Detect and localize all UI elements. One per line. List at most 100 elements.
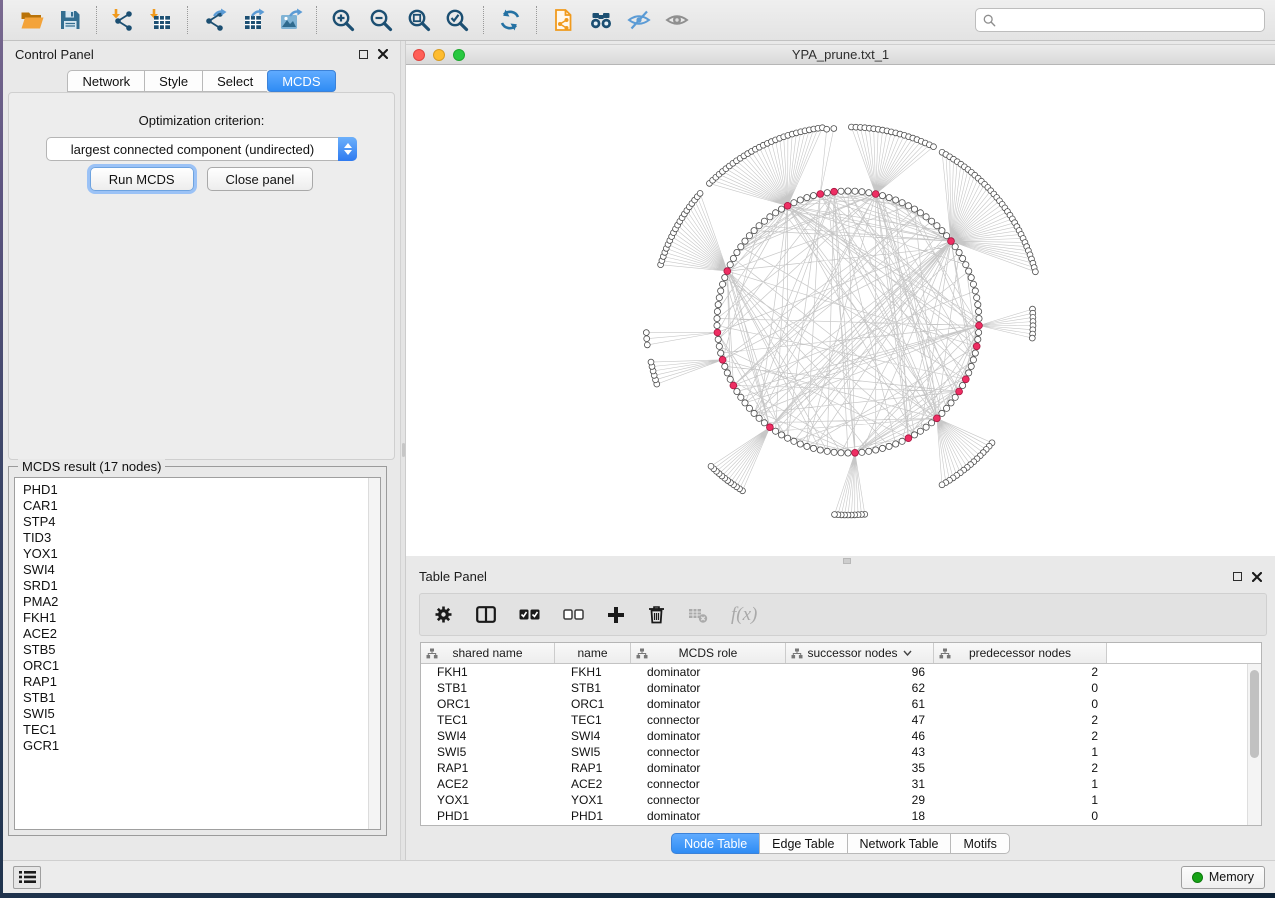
table-settings-button[interactable]: [434, 605, 453, 624]
close-panel-button[interactable]: Close panel: [207, 167, 314, 191]
cell-name[interactable]: YOX1: [555, 792, 631, 808]
cell-successor-nodes[interactable]: 61: [786, 696, 934, 712]
mcds-result-item[interactable]: RAP1: [23, 674, 380, 690]
tab-edge-table[interactable]: Edge Table: [759, 833, 846, 854]
run-mcds-button[interactable]: Run MCDS: [90, 167, 194, 191]
table-row[interactable]: PHD1PHD1dominator180: [421, 808, 1261, 824]
mcds-result-item[interactable]: ORC1: [23, 658, 380, 674]
cell-name[interactable]: STB1: [555, 680, 631, 696]
cell-predecessor-nodes[interactable]: 0: [934, 808, 1107, 824]
import-table-button[interactable]: [142, 3, 180, 37]
cell-predecessor-nodes[interactable]: 2: [934, 712, 1107, 728]
table-scrollbar[interactable]: [1247, 664, 1261, 825]
mcds-list-scrollbar[interactable]: [368, 478, 380, 829]
cell-predecessor-nodes[interactable]: 2: [934, 760, 1107, 776]
cell-shared-name[interactable]: SWI5: [421, 744, 555, 760]
mcds-result-item[interactable]: SRD1: [23, 578, 380, 594]
deselect-all-button[interactable]: [563, 609, 584, 620]
close-panel-icon[interactable]: [1252, 572, 1262, 582]
cell-MCDS-role[interactable]: dominator: [631, 728, 786, 744]
column-header-successor-nodes[interactable]: successor nodes: [786, 643, 934, 663]
cell-shared-name[interactable]: RAP1: [421, 760, 555, 776]
table-row[interactable]: STB1STB1dominator620: [421, 680, 1261, 696]
mcds-result-item[interactable]: PMA2: [23, 594, 380, 610]
table-row[interactable]: ORC1ORC1dominator610: [421, 696, 1261, 712]
import-network-button[interactable]: [104, 3, 142, 37]
search-input[interactable]: [1001, 10, 1257, 30]
cell-MCDS-role[interactable]: dominator: [631, 680, 786, 696]
cell-successor-nodes[interactable]: 47: [786, 712, 934, 728]
show-graphics-details-button[interactable]: [658, 3, 696, 37]
table-row[interactable]: SWI4SWI4dominator462: [421, 728, 1261, 744]
splitter-grip[interactable]: [402, 443, 405, 457]
cell-successor-nodes[interactable]: 29: [786, 792, 934, 808]
mcds-result-item[interactable]: SWI4: [23, 562, 380, 578]
add-entry-button[interactable]: [607, 606, 625, 624]
cell-successor-nodes[interactable]: 62: [786, 680, 934, 696]
search-box[interactable]: [975, 8, 1265, 32]
select-all-button[interactable]: [519, 609, 540, 620]
cell-successor-nodes[interactable]: 43: [786, 744, 934, 760]
cell-shared-name[interactable]: TEC1: [421, 712, 555, 728]
cell-name[interactable]: RAP1: [555, 760, 631, 776]
splitter-grip[interactable]: [843, 558, 851, 564]
cell-successor-nodes[interactable]: 31: [786, 776, 934, 792]
export-network-button[interactable]: [195, 3, 233, 37]
tab-network[interactable]: Network: [67, 70, 144, 92]
mcds-result-item[interactable]: TEC1: [23, 722, 380, 738]
horizontal-splitter[interactable]: [406, 557, 1275, 565]
network-window-titlebar[interactable]: YPA_prune.txt_1: [406, 44, 1275, 65]
float-panel-icon[interactable]: [359, 50, 368, 59]
mcds-result-item[interactable]: GCR1: [23, 738, 380, 754]
cell-shared-name[interactable]: ORC1: [421, 696, 555, 712]
cell-successor-nodes[interactable]: 96: [786, 664, 934, 680]
split-view-button[interactable]: [476, 606, 496, 623]
close-panel-icon[interactable]: [378, 49, 388, 59]
cell-MCDS-role[interactable]: connector: [631, 776, 786, 792]
cell-MCDS-role[interactable]: dominator: [631, 760, 786, 776]
cell-shared-name[interactable]: SWI4: [421, 728, 555, 744]
table-row[interactable]: ACE2ACE2connector311: [421, 776, 1261, 792]
cell-predecessor-nodes[interactable]: 2: [934, 728, 1107, 744]
cell-MCDS-role[interactable]: dominator: [631, 696, 786, 712]
zoom-in-button[interactable]: [324, 3, 362, 37]
open-session-button[interactable]: [13, 3, 51, 37]
cell-MCDS-role[interactable]: connector: [631, 792, 786, 808]
hide-graphics-details-button[interactable]: [620, 3, 658, 37]
mcds-result-item[interactable]: CAR1: [23, 498, 380, 514]
column-header-MCDS-role[interactable]: MCDS role: [631, 643, 786, 663]
cell-MCDS-role[interactable]: dominator: [631, 664, 786, 680]
column-header-name[interactable]: name: [555, 643, 631, 663]
cell-predecessor-nodes[interactable]: 1: [934, 792, 1107, 808]
tab-style[interactable]: Style: [144, 70, 202, 92]
cell-MCDS-role[interactable]: dominator: [631, 808, 786, 824]
mcds-result-item[interactable]: STB5: [23, 642, 380, 658]
zoom-selected-button[interactable]: [438, 3, 476, 37]
cell-predecessor-nodes[interactable]: 0: [934, 680, 1107, 696]
table-row[interactable]: TEC1TEC1connector472: [421, 712, 1261, 728]
mcds-result-item[interactable]: PHD1: [23, 482, 380, 498]
cell-shared-name[interactable]: FKH1: [421, 664, 555, 680]
cell-name[interactable]: SWI4: [555, 728, 631, 744]
mcds-result-item[interactable]: ACE2: [23, 626, 380, 642]
mcds-result-item[interactable]: FKH1: [23, 610, 380, 626]
cell-name[interactable]: FKH1: [555, 664, 631, 680]
table-row[interactable]: SWI5SWI5connector431: [421, 744, 1261, 760]
mcds-result-item[interactable]: STB1: [23, 690, 380, 706]
cell-predecessor-nodes[interactable]: 0: [934, 696, 1107, 712]
zoom-out-button[interactable]: [362, 3, 400, 37]
cell-name[interactable]: ORC1: [555, 696, 631, 712]
memory-button[interactable]: Memory: [1181, 866, 1265, 889]
tab-mcds[interactable]: MCDS: [267, 70, 335, 92]
cell-MCDS-role[interactable]: connector: [631, 712, 786, 728]
network-graph[interactable]: [406, 65, 1275, 556]
tab-node-table[interactable]: Node Table: [671, 833, 759, 854]
cell-name[interactable]: PHD1: [555, 808, 631, 824]
column-header-shared-name[interactable]: shared name: [421, 643, 555, 663]
tab-network-table[interactable]: Network Table: [847, 833, 951, 854]
delete-entry-button[interactable]: [648, 605, 665, 624]
network-canvas[interactable]: [406, 65, 1275, 556]
column-header-predecessor-nodes[interactable]: predecessor nodes: [934, 643, 1107, 663]
cell-MCDS-role[interactable]: connector: [631, 744, 786, 760]
export-image-button[interactable]: [271, 3, 309, 37]
